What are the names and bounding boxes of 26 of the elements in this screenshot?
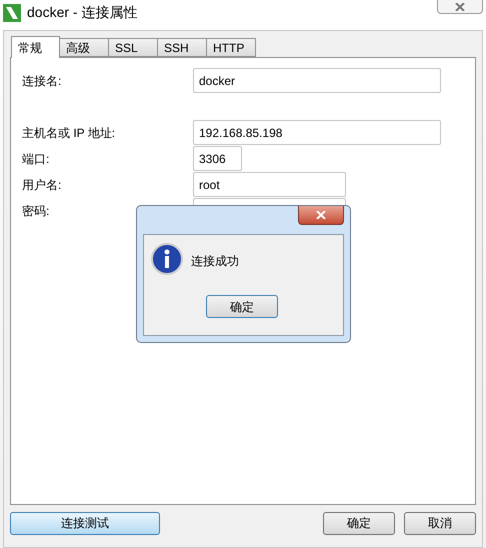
tab[interactable]: 常规 [11,36,60,58]
input-field[interactable]: docker [193,68,441,93]
dialog-button[interactable]: 确定 [323,512,395,534]
field-label: 端口: [22,150,50,168]
info-icon [151,243,183,275]
tab[interactable]: SSH [158,38,207,57]
field-label: 用户名: [22,176,62,194]
field-label: 主机名或 IP 地址: [22,124,116,142]
tab[interactable]: HTTP [207,38,256,57]
input-field[interactable]: root [193,172,346,197]
window-title: docker - 连接属性 [27,3,138,22]
field-label: 连接名: [22,72,62,90]
ok-button[interactable]: 确定 [206,295,278,318]
input-field[interactable]: 192.168.85.198 [193,120,441,145]
close-button[interactable] [437,0,483,14]
input-field[interactable]: 3306 [193,146,242,171]
message-text: 连接成功 [191,253,239,270]
tab[interactable]: SSL [109,38,158,57]
tab[interactable]: 高级 [60,38,109,57]
field-label: 密码: [22,202,50,220]
close-button[interactable] [298,206,344,225]
dialog-button[interactable]: 连接测试 [10,512,160,534]
dialog-button[interactable]: 取消 [404,512,476,534]
close-icon [455,2,465,10]
close-icon [316,211,326,219]
app-logo-icon [3,4,21,22]
